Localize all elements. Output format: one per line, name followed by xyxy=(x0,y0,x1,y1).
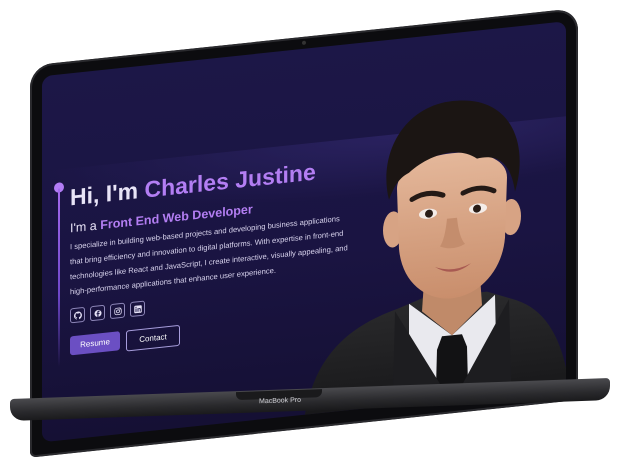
laptop-brand: MacBook Pro xyxy=(258,396,302,406)
portfolio-screen: Hi, I'm Charles Justine I'm a Front End … xyxy=(42,21,566,443)
instagram-icon[interactable] xyxy=(110,302,125,320)
facebook-icon[interactable] xyxy=(90,304,105,322)
github-icon[interactable] xyxy=(70,306,85,324)
timeline-line xyxy=(58,188,60,367)
resume-button[interactable]: Resume xyxy=(70,331,120,356)
contact-button[interactable]: Contact xyxy=(126,324,180,352)
greeting-text: Hi, I'm xyxy=(70,177,139,211)
role-prefix: I'm a xyxy=(70,218,97,236)
linkedin-icon[interactable] xyxy=(130,300,145,318)
camera-icon xyxy=(302,40,306,46)
